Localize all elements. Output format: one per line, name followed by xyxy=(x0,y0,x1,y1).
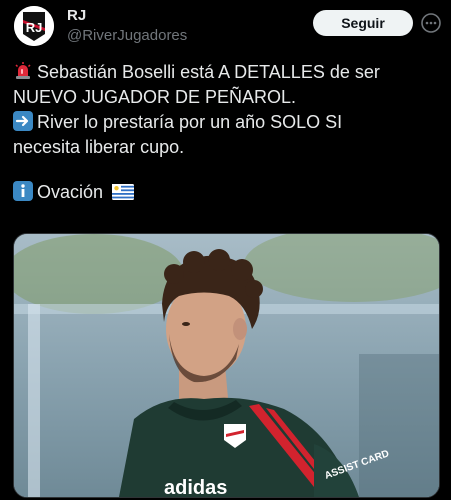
tweet-text: Sebastián Boselli está A DETALLES de ser… xyxy=(13,60,443,205)
tweet-line-3-text: River lo prestaría por un año SOLO SI xyxy=(37,112,343,132)
tweet-line-5: Ovación xyxy=(13,180,443,205)
tweet-line-3: River lo prestaría por un año SOLO SI xyxy=(13,110,443,135)
right-arrow-icon xyxy=(13,111,33,131)
uruguay-flag-icon xyxy=(112,184,135,200)
rj-logo-icon: RJ xyxy=(14,6,54,46)
tweet-line-4: necesita liberar cupo. xyxy=(13,137,185,157)
avatar[interactable]: RJ xyxy=(14,6,54,46)
tweet-line-1: Sebastián Boselli está A DETALLES de ser xyxy=(13,60,443,85)
tweet-line-2: NUEVO JUGADOR DE PEÑAROL. xyxy=(13,87,297,107)
police-light-icon xyxy=(15,62,31,79)
display-name[interactable]: RJ xyxy=(67,7,86,24)
tweet-media[interactable]: ASSIST CARD adidas xyxy=(13,233,440,498)
info-icon xyxy=(13,181,33,201)
player-photo: ASSIST CARD adidas xyxy=(14,234,439,497)
svg-text:RJ: RJ xyxy=(26,20,43,35)
tweet-header: RJ RJ @RiverJugadores Seguir xyxy=(0,0,451,56)
jersey-text: adidas xyxy=(164,477,227,497)
tweet-line-5-text: Ovación xyxy=(37,182,104,202)
follow-button[interactable]: Seguir xyxy=(313,10,413,36)
more-options-icon[interactable] xyxy=(420,12,442,34)
account-handle[interactable]: @RiverJugadores xyxy=(67,27,187,44)
tweet-line-1-text: Sebastián Boselli está A DETALLES de ser xyxy=(37,62,380,82)
more-options-glyph xyxy=(421,13,441,33)
